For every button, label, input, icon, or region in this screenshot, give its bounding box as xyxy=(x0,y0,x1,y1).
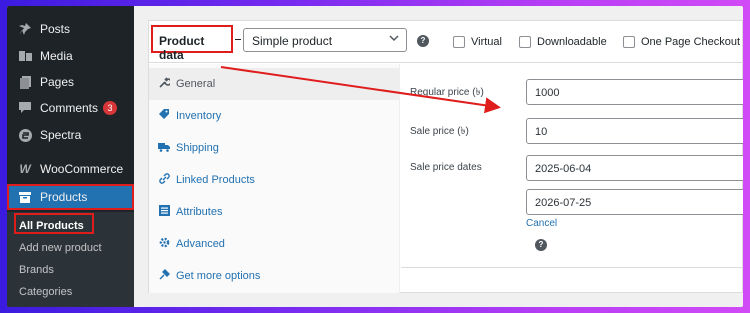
downloadable-checkbox-box[interactable] xyxy=(519,36,531,48)
tab-label: Get more options xyxy=(176,270,261,282)
sidebar-item-woocommerce[interactable]: W WooCommerce xyxy=(7,157,134,181)
one-page-checkout-checkbox-box[interactable] xyxy=(623,36,635,48)
submenu-categories[interactable]: Categories xyxy=(19,286,72,298)
tab-inventory[interactable]: Inventory xyxy=(149,100,400,132)
woocommerce-icon: W xyxy=(19,162,31,176)
downloadable-label: Downloadable xyxy=(537,36,607,48)
tag-icon xyxy=(158,109,170,123)
sale-price-input[interactable]: 10 xyxy=(526,118,743,144)
media-icon xyxy=(18,49,32,63)
sidebar-item-posts[interactable]: Posts xyxy=(7,17,134,41)
tab-label: Linked Products xyxy=(176,174,255,186)
title-dash xyxy=(235,39,241,40)
sidebar-item-media[interactable]: Media xyxy=(7,44,134,68)
screenshot-frame: Posts Media Pages Comments 3 Spectra W W… xyxy=(7,6,743,307)
downloadable-checkbox[interactable]: Downloadable xyxy=(519,36,607,48)
pages-icon xyxy=(18,75,32,89)
tab-label: Shipping xyxy=(176,142,219,154)
sidebar-item-label: Posts xyxy=(40,22,71,36)
product-data-tabs: General Inventory Shipping Linked Produc… xyxy=(149,64,400,293)
divider xyxy=(401,267,743,268)
all-products-highlight xyxy=(14,213,94,234)
regular-price-input[interactable]: 1000 xyxy=(526,79,743,105)
virtual-label: Virtual xyxy=(471,36,502,48)
spectra-icon xyxy=(18,128,32,142)
sale-price-label: Sale price (৳) xyxy=(410,126,469,137)
sidebar-item-pages[interactable]: Pages xyxy=(7,70,134,94)
tab-advanced[interactable]: Advanced xyxy=(149,228,400,260)
help-icon[interactable]: ? xyxy=(535,239,547,251)
tab-attributes[interactable]: Attributes xyxy=(149,196,400,228)
sidebar-item-label: Pages xyxy=(40,75,75,89)
gear-icon xyxy=(158,237,170,251)
tab-label: General xyxy=(176,78,216,90)
tab-label: Attributes xyxy=(176,206,223,218)
main-content: Product data Simple product ? Virtual Do… xyxy=(134,6,743,307)
virtual-checkbox-box[interactable] xyxy=(453,36,465,48)
wrench-icon xyxy=(158,77,172,91)
plugin-icon xyxy=(158,269,170,283)
archive-icon xyxy=(18,190,32,204)
chevron-down-icon xyxy=(389,33,399,46)
list-icon xyxy=(158,205,170,219)
product-data-panel: Product data Simple product ? Virtual Do… xyxy=(148,20,743,293)
tab-get-more-options[interactable]: Get more options xyxy=(149,260,400,292)
product-type-select[interactable]: Simple product xyxy=(243,28,407,52)
regular-price-label: Regular price (৳) xyxy=(410,87,484,98)
product-data-header: Product data Simple product ? Virtual Do… xyxy=(149,21,743,63)
sale-to-date-input[interactable]: 2026-07-25 xyxy=(526,189,743,215)
sale-dates-label: Sale price dates xyxy=(410,162,482,173)
help-icon[interactable]: ? xyxy=(417,35,429,47)
sidebar-item-label: Products xyxy=(40,190,88,204)
admin-sidebar: Posts Media Pages Comments 3 Spectra W W… xyxy=(7,6,134,307)
general-fields: Regular price (৳) 1000 Sale price (৳) 10… xyxy=(401,64,743,293)
one-page-checkout-label: One Page Checkout xyxy=(641,36,741,48)
product-type-value: Simple product xyxy=(252,34,333,48)
sale-from-date-input[interactable]: 2025-06-04 xyxy=(526,155,743,181)
submenu-add-new-product[interactable]: Add new product xyxy=(19,242,102,254)
one-page-checkout-checkbox[interactable]: One Page Checkout xyxy=(623,36,740,48)
tab-label: Inventory xyxy=(176,110,222,122)
sidebar-item-spectra[interactable]: Spectra xyxy=(7,123,134,147)
comment-count-badge: 3 xyxy=(103,101,118,115)
tab-general[interactable]: General xyxy=(149,68,400,100)
sidebar-item-label: Media xyxy=(40,49,73,63)
sidebar-item-label: Comments xyxy=(40,101,99,115)
pin-icon xyxy=(18,22,32,36)
tab-label: Advanced xyxy=(176,238,225,250)
virtual-checkbox[interactable]: Virtual xyxy=(453,36,502,48)
tab-shipping[interactable]: Shipping xyxy=(149,132,400,164)
sidebar-item-label: Spectra xyxy=(40,128,82,142)
sidebar-item-label: WooCommerce xyxy=(40,162,124,176)
link-icon xyxy=(158,173,170,187)
comment-icon xyxy=(18,101,32,115)
submenu-brands[interactable]: Brands xyxy=(19,264,54,276)
truck-icon xyxy=(158,142,170,155)
sidebar-item-products[interactable]: Products xyxy=(7,184,134,210)
product-data-title: Product data xyxy=(151,25,233,62)
tab-linked-products[interactable]: Linked Products xyxy=(149,164,400,196)
sidebar-item-comments[interactable]: Comments 3 xyxy=(7,96,134,120)
cancel-schedule-link[interactable]: Cancel xyxy=(526,218,557,229)
